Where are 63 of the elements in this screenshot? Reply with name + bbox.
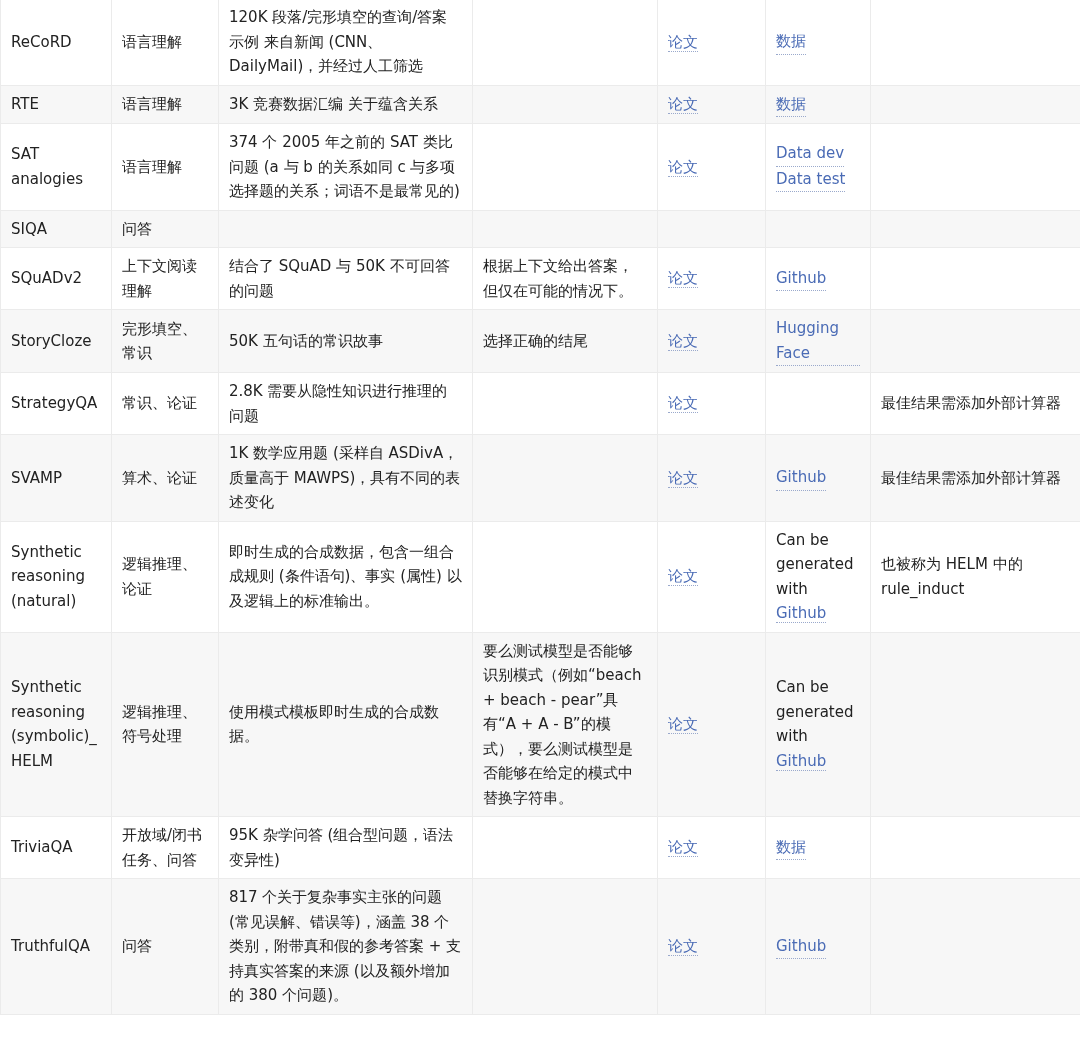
dataset-name: Synthetic reasoning (natural) (11, 542, 85, 610)
note-text: 也被称为 HELM 中的 rule_induct (881, 555, 1023, 598)
cell-text: Can be generated with Github (776, 530, 854, 623)
task-type: 逻辑推理、符号处理 (122, 702, 197, 746)
dataset-description: 2.8K 需要从隐性知识进行推理的问题 (229, 382, 448, 425)
note-text: 最佳结果需添加外部计算器 (881, 468, 1061, 487)
data-link[interactable]: Github (776, 751, 827, 771)
dataset-description: 3K 竞赛数据汇编 关于蕴含关系 (229, 95, 438, 113)
dataset-description: 1K 数学应用题 (采样自 ASDivA，质量高于 MAWPS)，具有不同的表述变化 (229, 444, 461, 511)
data-link[interactable]: Github (776, 933, 827, 959)
cell-text: Can be generated with Github (776, 678, 854, 771)
data-link[interactable]: Data test (776, 166, 846, 193)
dataset-name: ReCoRD (11, 32, 72, 51)
task-description: 选择正确的结尾 (483, 331, 588, 350)
data-link[interactable]: Github (776, 465, 827, 491)
dataset-name: SVAMP (11, 468, 63, 487)
note-text: 最佳结果需添加外部计算器 (881, 394, 1061, 413)
dataset-name: StoryCloze (11, 331, 92, 350)
data-link[interactable]: 数据 (776, 91, 806, 117)
dataset-description: 结合了 SQuAD 与 50K 不可回答的问题 (229, 257, 450, 300)
task-type: 问答 (122, 937, 152, 955)
task-type: 开放域/闭书任务、问答 (122, 826, 203, 869)
paper-link[interactable]: 论文 (668, 95, 698, 114)
task-description: 要么测试模型是否能够识别模式（例如“beach + beach - pear”具有“A + A - B”的模式），要么测试模型是否能够在给定的模式中替换字符串。 (483, 641, 642, 807)
dataset-name: StrategyQA (11, 394, 98, 413)
task-type: 完形填空、常识 (122, 319, 197, 362)
data-link[interactable]: Data dev (776, 141, 845, 167)
dataset-description: 即时生成的合成数据，包含一组合成规则 (条件语句)、事实 (属性) 以及逻辑上的标准输出。 (229, 542, 462, 610)
task-type: 逻辑推理、论证 (122, 555, 197, 598)
dataset-name: SIQA (11, 219, 47, 238)
dataset-name: TruthfulQA (11, 937, 91, 955)
dataset-description: 120K 段落/完形填空的查询/答案示例 来自新闻 (CNN、DailyMail)，并经过人工筛选 (229, 8, 448, 75)
paper-link[interactable]: 论文 (668, 331, 698, 351)
dataset-description: 817 个关于复杂事实主张的问题 (常见误解、错误等)，涵盖 38 个类别，附带真和假的参考答案 + 支持真实答案的来源 (以及额外增加的 380 个问题)。 (229, 888, 462, 1004)
paper-link[interactable]: 论文 (668, 468, 698, 488)
task-type: 上下文阅读理解 (122, 257, 197, 300)
dataset-description: 374 个 2005 年之前的 SAT 类比问题 (a 与 b 的关系如同 c 与多项选择题的关系；词语不是最常见的) (229, 133, 460, 200)
dataset-name: SQuADv2 (11, 269, 83, 288)
task-type: 问答 (122, 219, 152, 238)
data-link[interactable]: 数据 (776, 834, 806, 861)
paper-link[interactable]: 论文 (668, 838, 698, 858)
task-type: 语言理解 (122, 157, 182, 176)
paper-link[interactable]: 论文 (668, 567, 698, 587)
dataset-description: 使用模式模板即时生成的合成数据。 (229, 702, 439, 746)
dataset-name: TriviaQA (11, 838, 73, 857)
paper-link[interactable]: 论文 (668, 715, 698, 734)
data-link[interactable]: Github (776, 604, 827, 623)
task-type: 算术、论证 (122, 468, 197, 487)
task-description: 根据上下文给出答案，但仅在可能的情况下。 (483, 257, 633, 300)
paper-link[interactable]: 论文 (668, 157, 698, 177)
task-type: 语言理解 (122, 95, 182, 113)
task-type: 语言理解 (122, 32, 182, 51)
dataset-name: SAT analogies (11, 145, 83, 188)
paper-link[interactable]: 论文 (668, 937, 698, 956)
paper-link[interactable]: 论文 (668, 394, 698, 414)
dataset-name: RTE (11, 95, 39, 113)
paper-link[interactable]: 论文 (668, 269, 698, 289)
dataset-description: 95K 杂学问答 (组合型问题，语法变异性) (229, 826, 454, 869)
paper-link[interactable]: 论文 (668, 32, 698, 52)
dataset-description: 50K 五句话的常识故事 (229, 331, 383, 350)
task-type: 常识、论证 (122, 394, 197, 413)
dataset-name: Synthetic reasoning (symbolic)_ HELM (11, 678, 97, 770)
data-link[interactable]: 数据 (776, 29, 806, 55)
